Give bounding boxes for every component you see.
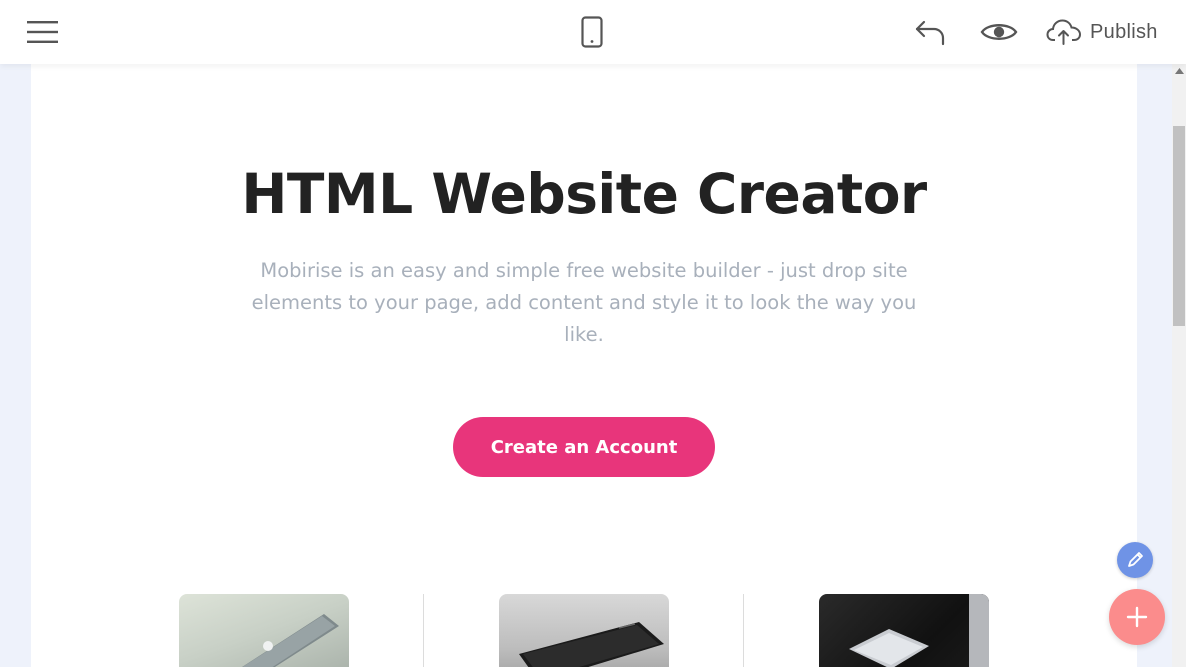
card-divider [423,594,424,667]
scrollbar-thumb[interactable] [1173,126,1185,326]
add-block-button[interactable] [1109,589,1165,645]
scroll-up-arrow-icon[interactable] [1172,68,1186,78]
hero-title[interactable]: HTML Website Creator [31,162,1137,226]
cloud-upload-icon [1046,19,1082,45]
mobile-phone-icon [581,16,603,48]
page-canvas: HTML Website Creator Mobirise is an easy… [31,64,1137,667]
undo-button[interactable] [908,12,952,52]
preview-button[interactable] [974,12,1024,52]
publish-button[interactable]: Publish [1046,12,1176,52]
mobile-view-button[interactable] [572,12,612,52]
hero-subtitle[interactable]: Mobirise is an easy and simple free webs… [234,255,934,351]
pencil-icon [1128,552,1143,567]
laptop-dark-photo [819,594,989,667]
top-toolbar: Publish [0,0,1186,64]
edit-style-button[interactable] [1117,542,1153,578]
card-divider [743,594,744,667]
eye-icon [980,24,1018,40]
plus-icon [1126,606,1148,628]
publish-label: Publish [1090,20,1158,43]
hamburger-menu-icon [27,21,58,43]
smartphone-photo [499,594,669,667]
menu-button[interactable] [22,14,64,50]
scrollbar[interactable] [1172,64,1186,667]
undo-arrow-icon [915,20,945,46]
laptop-photo [179,594,349,667]
create-account-button[interactable]: Create an Account [453,417,715,477]
